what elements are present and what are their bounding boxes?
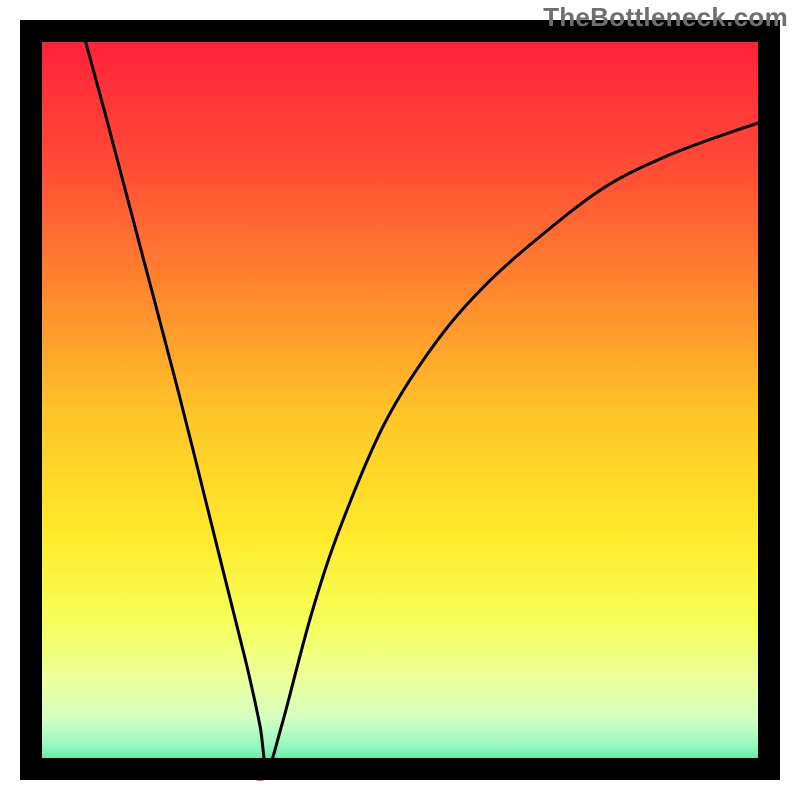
- chart-container: TheBottleneck.com: [0, 0, 800, 800]
- bottleneck-chart: [0, 0, 800, 800]
- plot-background: [31, 31, 769, 769]
- watermark-text: TheBottleneck.com: [543, 2, 788, 33]
